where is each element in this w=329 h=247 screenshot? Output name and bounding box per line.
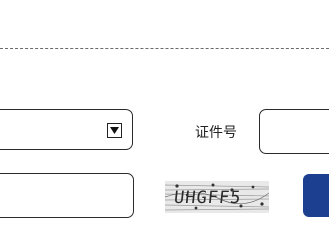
id-number-label: 证件号 (195, 125, 237, 141)
verification-code-input[interactable] (0, 173, 134, 218)
dropdown-arrow-icon[interactable] (107, 123, 122, 138)
dashed-divider (0, 48, 329, 49)
submit-button[interactable] (303, 174, 329, 217)
captcha-text: UHGFF5 (172, 188, 243, 208)
id-type-select[interactable] (0, 109, 133, 150)
id-query-form: 证件号 UHGFF5 (0, 0, 329, 247)
id-number-input[interactable] (259, 109, 329, 154)
captcha-image[interactable]: UHGFF5 (165, 181, 269, 213)
